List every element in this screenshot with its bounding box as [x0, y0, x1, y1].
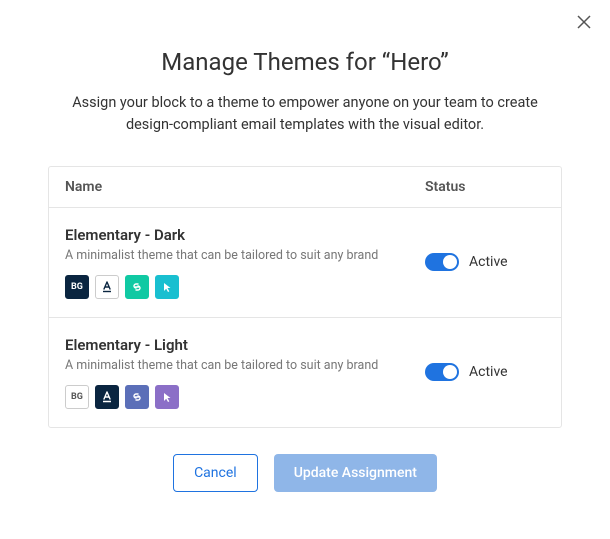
- modal-container: Manage Themes for “Hero” Assign your blo…: [0, 0, 610, 492]
- swatch-link: [125, 275, 149, 299]
- swatch-text: [95, 385, 119, 409]
- table-row: Elementary - Light A minimalist theme th…: [49, 318, 561, 427]
- header-name: Name: [65, 179, 425, 195]
- header-status: Status: [425, 179, 545, 195]
- cursor-icon: [161, 281, 173, 293]
- swatch-bg-label: BG: [71, 282, 83, 292]
- status-toggle[interactable]: [425, 363, 459, 381]
- theme-description: A minimalist theme that can be tailored …: [65, 358, 425, 373]
- status-label: Active: [469, 364, 508, 380]
- table-header: Name Status: [49, 167, 561, 208]
- link-icon: [131, 391, 143, 403]
- swatch-bg: BG: [65, 275, 89, 299]
- theme-description: A minimalist theme that can be tailored …: [65, 248, 425, 263]
- theme-name: Elementary - Dark: [65, 226, 425, 244]
- cancel-button[interactable]: Cancel: [173, 454, 258, 492]
- swatch-bg: BG: [65, 385, 89, 409]
- modal-subtitle: Assign your block to a theme to empower …: [48, 92, 562, 136]
- text-underline-icon: [101, 281, 113, 293]
- swatch-cursor: [155, 385, 179, 409]
- themes-table: Name Status Elementary - Dark A minimali…: [48, 166, 562, 428]
- cursor-icon: [161, 391, 173, 403]
- text-underline-icon: [101, 391, 113, 403]
- theme-swatches: BG: [65, 385, 425, 409]
- table-row: Elementary - Dark A minimalist theme tha…: [49, 208, 561, 318]
- close-icon[interactable]: [576, 14, 592, 30]
- swatch-link: [125, 385, 149, 409]
- status-toggle[interactable]: [425, 253, 459, 271]
- modal-footer: Cancel Update Assignment: [48, 454, 562, 492]
- theme-swatches: BG: [65, 275, 425, 299]
- swatch-text: [95, 275, 119, 299]
- swatch-cursor: [155, 275, 179, 299]
- link-icon: [131, 281, 143, 293]
- theme-name: Elementary - Light: [65, 336, 425, 354]
- status-label: Active: [469, 254, 508, 270]
- swatch-bg-label: BG: [71, 392, 83, 402]
- modal-title: Manage Themes for “Hero”: [48, 48, 562, 76]
- update-assignment-button[interactable]: Update Assignment: [274, 454, 437, 492]
